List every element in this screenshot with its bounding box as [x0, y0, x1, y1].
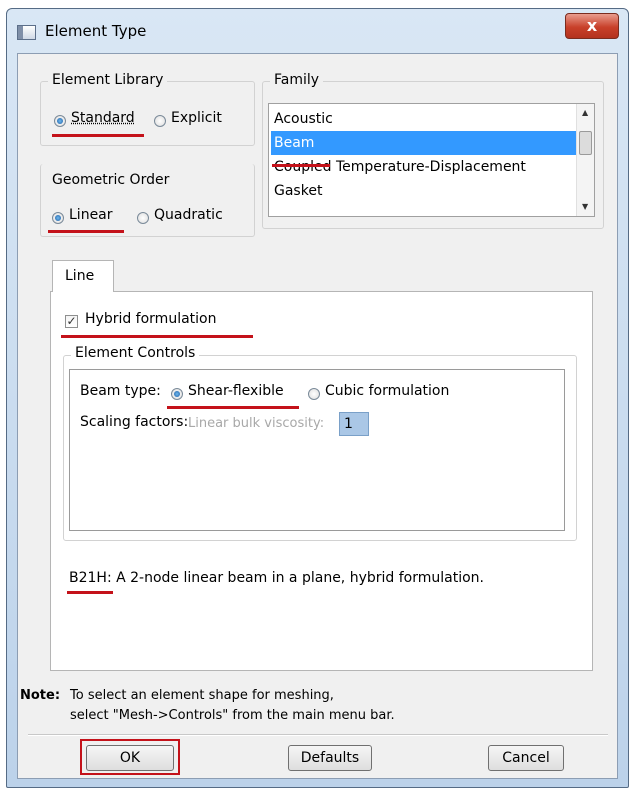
hybrid-checkbox[interactable]: ✓ [65, 315, 78, 328]
explicit-label[interactable]: Explicit [171, 110, 222, 126]
annotation-underline-beam [272, 164, 330, 167]
family-listbox[interactable]: Acoustic Beam Coupled Temperature-Displa… [268, 103, 595, 217]
dialog-window: Element Type x Element Library Standard … [6, 8, 629, 788]
element-library-legend: Element Library [48, 72, 168, 88]
element-controls-legend: Element Controls [71, 345, 200, 361]
standard-radio[interactable] [54, 115, 66, 127]
family-item-coupled[interactable]: Coupled Temperature-Displacement [271, 155, 594, 179]
ok-button[interactable]: OK [86, 745, 174, 771]
dialog-body: Element Library Standard Explicit Family… [17, 53, 618, 779]
title-bar[interactable]: Element Type x [7, 9, 628, 53]
linear-radio[interactable] [52, 212, 64, 224]
note-label: Note: [20, 688, 61, 703]
tab-line-label: Line [65, 268, 95, 284]
shear-flexible-radio[interactable] [171, 388, 183, 400]
note-line-2: select "Mesh->Controls" from the main me… [70, 708, 395, 723]
beam-type-label: Beam type: [80, 383, 161, 399]
button-separator [28, 734, 608, 736]
family-item-beam[interactable]: Beam [271, 131, 594, 155]
defaults-button[interactable]: Defaults [288, 745, 372, 771]
scaling-factors-label: Scaling factors: [80, 414, 189, 430]
family-legend: Family [270, 72, 324, 88]
family-item-gasket[interactable]: Gasket [271, 179, 594, 203]
close-button[interactable]: x [565, 13, 619, 39]
shear-flexible-label[interactable]: Shear-flexible [188, 383, 284, 399]
element-code: B21H: [69, 570, 112, 586]
line-tab-panel: ✓ Hybrid formulation Element Controls Be… [50, 291, 593, 671]
note-line-1: To select an element shape for meshing, [70, 688, 334, 703]
tab-line[interactable]: Line [52, 260, 114, 292]
scroll-up-icon[interactable]: ▲ [582, 108, 588, 117]
quadratic-label[interactable]: Quadratic [154, 207, 223, 223]
cubic-formulation-label[interactable]: Cubic formulation [325, 383, 449, 399]
cubic-formulation-radio[interactable] [308, 388, 320, 400]
annotation-underline-shear [167, 406, 299, 409]
scroll-down-icon[interactable]: ▼ [582, 202, 588, 211]
annotation-underline-linear [48, 230, 124, 233]
family-item-acoustic[interactable]: Acoustic [271, 107, 594, 131]
annotation-underline-standard [52, 134, 144, 137]
element-description: B21H: A 2-node linear beam in a plane, h… [69, 570, 484, 586]
standard-label[interactable]: Standard [71, 110, 135, 126]
explicit-radio[interactable] [154, 115, 166, 127]
quadratic-radio[interactable] [137, 212, 149, 224]
cancel-button[interactable]: Cancel [488, 745, 564, 771]
element-description-text: A 2-node linear beam in a plane, hybrid … [116, 570, 484, 586]
annotation-underline-hybrid [61, 335, 253, 338]
family-scrollbar[interactable]: ▲ ▼ [576, 104, 594, 216]
window-title: Element Type [45, 22, 147, 40]
geometric-order-legend: Geometric Order [52, 172, 170, 188]
linear-bulk-viscosity-input[interactable]: 1 [339, 412, 369, 436]
linear-bulk-viscosity-label: Linear bulk viscosity: [188, 416, 325, 431]
scroll-thumb[interactable] [579, 131, 592, 155]
linear-label[interactable]: Linear [69, 207, 113, 223]
hybrid-label[interactable]: Hybrid formulation [85, 311, 216, 327]
annotation-underline-b21h [67, 591, 113, 594]
window-icon [17, 25, 36, 40]
